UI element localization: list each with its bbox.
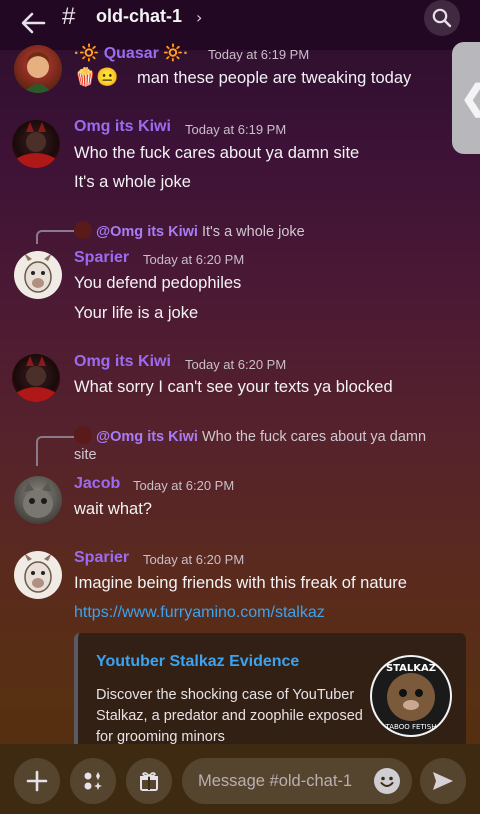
avatar-art [24, 253, 52, 293]
author-decoration-left: ·🔆 [74, 45, 100, 62]
add-attachment-button[interactable] [14, 758, 60, 804]
channel-title[interactable]: old-chat-1 [96, 6, 182, 27]
apps-button[interactable] [70, 758, 116, 804]
embed-title[interactable]: Youtuber Stalkaz Evidence [96, 653, 299, 671]
embed-thumbnail-art: STALKAZ TABOO FETISH [372, 657, 450, 735]
gift-button[interactable] [126, 758, 172, 804]
message-text: It's a whole joke [74, 173, 191, 191]
search-icon [432, 8, 452, 28]
message-author[interactable]: Sparier [74, 249, 129, 267]
message-author[interactable]: Jacob [74, 475, 120, 493]
reply-text-continued: site [74, 447, 97, 463]
message-timestamp: Today at 6:19 PM [185, 122, 287, 137]
chevron-left-icon: ❮ [460, 78, 480, 118]
reply-preview[interactable]: @Omg its Kiwi Who the fuck cares about y… [74, 426, 426, 445]
message-emoji: 🍿😐 [74, 67, 119, 87]
embed-thumbnail[interactable]: STALKAZ TABOO FETISH [370, 655, 452, 737]
message-text: What sorry I can't see your texts ya blo… [74, 378, 393, 396]
reply-text: Who the fuck cares about ya damn [201, 429, 427, 445]
reply-avatar [74, 221, 92, 239]
apps-icon [84, 772, 102, 790]
message-text: Who the fuck cares about ya damn site [74, 144, 360, 162]
member-drawer-handle[interactable]: ❮ [452, 42, 480, 154]
message-author[interactable]: ·🔆 Quasar 🔆· [74, 43, 189, 63]
message-text: man these people are tweaking today [137, 69, 412, 87]
plus-icon [26, 770, 48, 792]
send-icon [433, 772, 453, 790]
embed-description: Discover the shocking case of YouTuber S… [96, 687, 363, 745]
message-author[interactable]: Sparier [74, 549, 129, 567]
gift-icon [140, 772, 158, 791]
message-text: Your life is a joke [74, 304, 199, 322]
reply-text: It's a whole joke [201, 224, 305, 240]
message-input-wrapper[interactable] [182, 758, 412, 804]
emoji-icon [375, 769, 399, 793]
message-author[interactable]: Omg its Kiwi [74, 118, 171, 136]
avatar-sparier[interactable] [14, 251, 62, 299]
reply-connector [36, 230, 74, 244]
reply-avatar [74, 426, 92, 444]
avatar-sparier[interactable] [14, 551, 62, 599]
channel-hash-icon: # [62, 3, 76, 30]
message-text: Imagine being friends with this freak of… [74, 574, 407, 592]
avatar-quasar[interactable] [14, 45, 62, 93]
message-text: wait what? [74, 500, 152, 518]
back-button[interactable] [16, 6, 50, 40]
channel-header: # old-chat-1 › [0, 0, 480, 50]
message-timestamp: Today at 6:20 PM [133, 478, 235, 493]
message-link[interactable]: https://www.furryamino.com/stalkaz [74, 604, 325, 622]
message-timestamp: Today at 6:20 PM [185, 357, 287, 372]
avatar-kiwi[interactable] [12, 120, 60, 168]
emoji-button[interactable] [374, 768, 400, 794]
chevron-right-icon[interactable]: › [196, 8, 202, 27]
avatar-art [23, 482, 53, 518]
message-input[interactable] [198, 771, 368, 791]
reply-mention: @Omg its Kiwi [96, 224, 198, 240]
author-decoration-right: 🔆· [163, 45, 189, 62]
reply-connector [36, 436, 74, 466]
avatar-kiwi[interactable] [12, 354, 60, 402]
avatar-art [24, 553, 52, 593]
message-composer [0, 744, 480, 814]
avatar-art [14, 122, 58, 168]
avatar-jacob[interactable] [14, 476, 62, 524]
avatar-art [14, 356, 58, 402]
send-button[interactable] [420, 758, 466, 804]
message-timestamp: Today at 6:20 PM [143, 552, 245, 567]
search-button[interactable] [424, 0, 460, 36]
thumb-text-top: STALKAZ [386, 663, 436, 674]
message-text: You defend pedophiles [74, 274, 242, 292]
message-timestamp: Today at 6:20 PM [143, 252, 245, 267]
author-name: Quasar [103, 45, 159, 62]
reply-mention: @Omg its Kiwi [96, 429, 198, 445]
arrow-left-icon [21, 12, 46, 34]
thumb-text-bottom: TABOO FETISH [385, 723, 437, 731]
reply-preview[interactable]: @Omg its Kiwi It's a whole joke [74, 221, 305, 240]
avatar-art [24, 52, 52, 93]
message-author[interactable]: Omg its Kiwi [74, 353, 171, 371]
message-timestamp: Today at 6:19 PM [208, 47, 310, 62]
